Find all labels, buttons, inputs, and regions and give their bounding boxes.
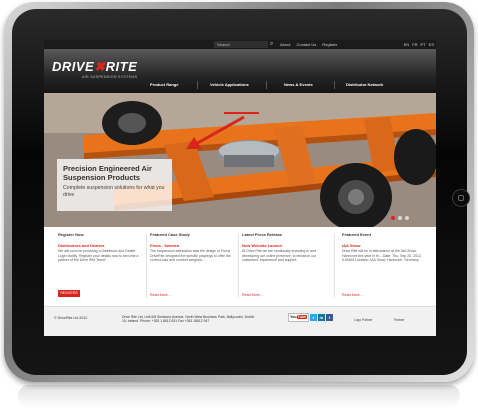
slider-dot[interactable]: [398, 216, 402, 220]
read-more-link[interactable]: Read More...: [150, 293, 171, 297]
nav-divider: [197, 81, 198, 89]
linkedin-icon[interactable]: in: [317, 314, 325, 321]
column-featured-event: Featured Event IAA Show Drive Rite will …: [342, 232, 428, 302]
company-address: Drive Rite Ltd, Unit 6/8 Shelsone Avenue…: [122, 315, 255, 324]
column-heading: Featured Case Study: [150, 232, 190, 237]
hero-subtitle: Complete suspension solutions for what y…: [63, 185, 165, 198]
top-utility-bar: Search ⌕ About Contact Us Register EN FR…: [44, 40, 436, 49]
lang-en[interactable]: EN: [404, 42, 410, 47]
nav-news-events[interactable]: News & Events: [284, 82, 313, 87]
lang-fr[interactable]: FR: [412, 42, 417, 47]
scene: Search ⌕ About Contact Us Register EN FR…: [0, 0, 478, 412]
social-links: YouTube t in f: [288, 313, 333, 322]
website-screen: Search ⌕ About Contact Us Register EN FR…: [44, 40, 436, 336]
hero-banner[interactable]: Precision Engineered Air Suspension Prod…: [44, 93, 436, 227]
column-body: We will soon be providing a Distributor …: [58, 249, 139, 263]
facebook-icon[interactable]: f: [325, 314, 333, 321]
register-link[interactable]: Register: [322, 42, 337, 47]
column-press-release: Latest Press Release New Website Launch …: [242, 232, 328, 302]
nav-distributor-network[interactable]: Distributor Network: [346, 82, 383, 87]
contact-link[interactable]: Contact Us: [296, 42, 316, 47]
site-footer: © DriveRite Ltd 2012 Drive Rite Ltd, Uni…: [44, 306, 436, 336]
column-register: Register Now Distributors and Dealers We…: [58, 232, 144, 302]
nav-divider: [334, 81, 335, 89]
hero-caption: Precision Engineered Air Suspension Prod…: [57, 159, 172, 211]
column-title[interactable]: New Website Launch: [242, 243, 328, 248]
twitter-icon[interactable]: t: [309, 314, 317, 321]
site-header: DRIVE✖RITE AIR SUSPENSION SYSTEMS Produc…: [44, 49, 436, 93]
nav-vehicle-applications[interactable]: Vehicle Applications: [210, 82, 249, 87]
nav-product-range[interactable]: Product Range: [150, 82, 178, 87]
lang-pt[interactable]: PT: [421, 42, 426, 47]
column-heading: Featured Event: [342, 232, 371, 237]
slider-dot[interactable]: [405, 216, 409, 220]
column-divider: [334, 234, 335, 298]
read-more-link[interactable]: Read More...: [242, 293, 263, 297]
feature-columns: Register Now Distributors and Dealers We…: [44, 232, 436, 302]
tablet-reflection: [18, 385, 460, 409]
search-icon[interactable]: ⌕: [270, 41, 273, 48]
slider-dots: [391, 216, 409, 220]
column-heading: Latest Press Release: [242, 232, 283, 237]
column-body: The suspension fabrication was the desig…: [150, 249, 231, 263]
copyright-text: © DriveRite Ltd 2012: [54, 316, 88, 320]
partner-logo[interactable]: Partner: [394, 318, 404, 322]
column-title[interactable]: Fiona - Sweden: [150, 243, 236, 248]
top-links: About Contact Us Register: [280, 40, 337, 49]
about-link[interactable]: About: [280, 42, 290, 47]
hero-title: Precision Engineered Air Suspension Prod…: [63, 164, 152, 182]
column-heading: Register Now: [58, 232, 84, 237]
search-input[interactable]: Search: [214, 41, 268, 48]
home-button-icon[interactable]: [452, 189, 470, 207]
lang-es[interactable]: ES: [429, 42, 434, 47]
register-button[interactable]: REGISTER: [58, 290, 80, 297]
logo-tagline: AIR SUSPENSION SYSTEMS: [82, 75, 138, 79]
column-divider: [146, 234, 147, 298]
site-logo[interactable]: DRIVE✖RITE: [52, 59, 137, 75]
youtube-icon[interactable]: YouTube: [288, 313, 309, 322]
read-more-link[interactable]: Read More...: [342, 293, 363, 297]
column-title[interactable]: Distributors and Dealers: [58, 243, 144, 248]
column-body: At Drive Rite we are continually investi…: [242, 249, 316, 263]
column-body: Drive Rite will be in attendance at the …: [342, 249, 422, 263]
slider-dot[interactable]: [391, 216, 395, 220]
nav-divider: [266, 81, 267, 89]
column-case-study: Featured Case Study Fiona - Sweden The s…: [150, 232, 236, 302]
partner-logo[interactable]: Logo Partner: [354, 318, 372, 322]
column-divider: [238, 234, 239, 298]
column-title[interactable]: IAA Show: [342, 243, 428, 248]
language-switcher: EN FR PT ES: [404, 40, 434, 49]
